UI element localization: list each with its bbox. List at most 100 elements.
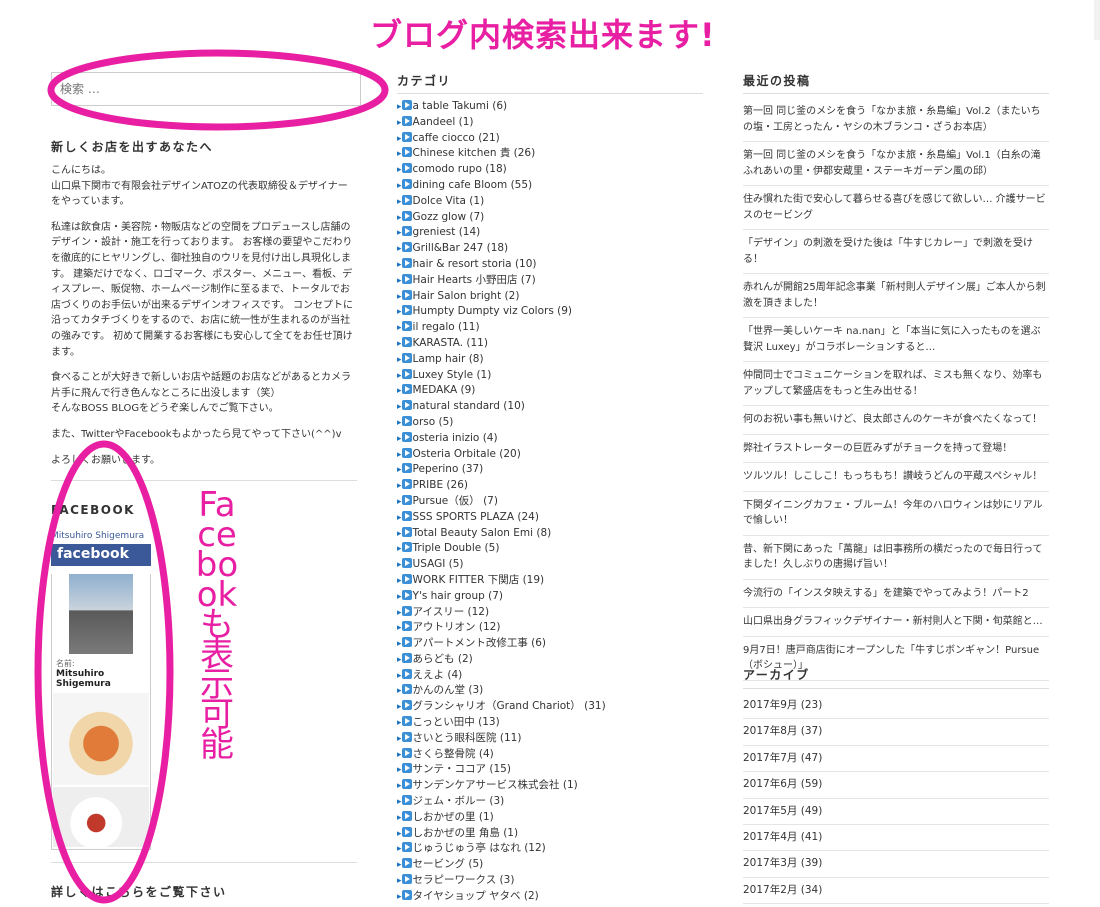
category-item[interactable]: ▸ Triple Double (5)	[397, 541, 703, 557]
category-label[interactable]: KARASTA. (11)	[413, 337, 488, 349]
recent-post-link[interactable]: 山口県出身グラフィックデザイナー・新村則人と下関・旬菜館と…	[743, 608, 1049, 637]
category-label[interactable]: アウトリオン (12)	[413, 621, 501, 633]
category-item[interactable]: ▸ dining cafe Bloom (55)	[397, 178, 703, 194]
category-label[interactable]: orso (5)	[413, 416, 454, 428]
category-item[interactable]: ▸ Gozz glow (7)	[397, 210, 703, 226]
category-label[interactable]: セービング (5)	[413, 858, 484, 870]
category-label[interactable]: さくら整骨院 (4)	[413, 748, 494, 760]
category-label[interactable]: Humpty Dumpty viz Colors (9)	[413, 305, 573, 317]
category-item[interactable]: ▸ Chinese kitchen 貴 (26)	[397, 146, 703, 162]
recent-post-link[interactable]: ツルツル！しこしこ！もっちもち！讃岐うどんの平蔵スペシャル！	[743, 463, 1049, 492]
category-item[interactable]: ▸ じゅうじゅう亭 はなれ (12)	[397, 841, 703, 857]
category-item[interactable]: ▸ Aandeel (1)	[397, 115, 703, 131]
facebook-page-link[interactable]: Mitsuhiro Shigemura	[51, 531, 151, 541]
category-label[interactable]: ええよ (4)	[413, 669, 463, 681]
category-item[interactable]: ▸ アウトリオン (12)	[397, 620, 703, 636]
category-label[interactable]: あらども (2)	[413, 653, 473, 665]
category-item[interactable]: ▸ グランシャリオ（Grand Chariot） (31)	[397, 699, 703, 715]
category-label[interactable]: a table Takumi (6)	[413, 100, 508, 112]
category-label[interactable]: PRIBE (26)	[413, 479, 468, 491]
category-item[interactable]: ▸ MEDAKA (9)	[397, 383, 703, 399]
recent-post-link[interactable]: 第一回 同じ釜のメシを食う「なかま旅・糸島編」Vol.2（またいちの塩・工房とっ…	[743, 98, 1049, 142]
archive-link[interactable]: 2017年6月 (59)	[743, 772, 1049, 799]
category-item[interactable]: ▸ アイスリー (12)	[397, 605, 703, 621]
category-label[interactable]: アイスリー (12)	[413, 606, 490, 618]
recent-post-link[interactable]: 「デザイン」の刺激を受けた後は「牛すじカレー」で刺激を受ける！	[743, 230, 1049, 274]
category-item[interactable]: ▸ Hair Hearts 小野田店 (7)	[397, 273, 703, 289]
category-item[interactable]: ▸ comodo rupo (18)	[397, 162, 703, 178]
category-label[interactable]: グランシャリオ（Grand Chariot） (31)	[413, 700, 606, 712]
category-item[interactable]: ▸ PRIBE (26)	[397, 478, 703, 494]
category-label[interactable]: アパートメント改修工事 (6)	[413, 637, 547, 649]
facebook-logo[interactable]: facebook	[51, 544, 151, 566]
category-item[interactable]: ▸ しおかぜの里 角島 (1)	[397, 826, 703, 842]
facebook-widget[interactable]: Mitsuhiro Shigemura facebook 名前: Mitsuhi…	[51, 531, 151, 850]
archive-link[interactable]: 2017年8月 (37)	[743, 719, 1049, 746]
category-item[interactable]: ▸ セービング (5)	[397, 857, 703, 873]
food-photo[interactable]	[53, 693, 149, 785]
category-item[interactable]: ▸ osteria inizio (4)	[397, 431, 703, 447]
category-item[interactable]: ▸ natural standard (10)	[397, 399, 703, 415]
category-item[interactable]: ▸ さいとう眼科医院 (11)	[397, 731, 703, 747]
category-label[interactable]: しおかぜの里 角島 (1)	[413, 827, 519, 839]
search-input[interactable]	[51, 72, 361, 106]
recent-post-link[interactable]: 何のお祝い事も無いけど、良太郎さんのケーキが食べたくなって！	[743, 406, 1049, 435]
category-item[interactable]: ▸ さくら整骨院 (4)	[397, 747, 703, 763]
category-label[interactable]: il regalo (11)	[413, 321, 480, 333]
category-label[interactable]: SSS SPORTS PLAZA (24)	[413, 511, 539, 523]
category-item[interactable]: ▸ il regalo (11)	[397, 320, 703, 336]
category-label[interactable]: こっとい田中 (13)	[413, 716, 500, 728]
archive-link[interactable]: 2017年2月 (34)	[743, 878, 1049, 905]
category-label[interactable]: WORK FITTER 下関店 (19)	[413, 574, 545, 586]
recent-post-link[interactable]: 今流行の「インスタ映えする」を建築でやってみよう！パート2	[743, 580, 1049, 608]
archive-link[interactable]: 2017年5月 (49)	[743, 799, 1049, 825]
category-label[interactable]: osteria inizio (4)	[413, 432, 498, 444]
category-label[interactable]: Luxey Style (1)	[413, 369, 492, 381]
category-item[interactable]: ▸ SSS SPORTS PLAZA (24)	[397, 510, 703, 526]
category-item[interactable]: ▸ セラピーワークス (3)	[397, 873, 703, 889]
category-item[interactable]: ▸ KARASTA. (11)	[397, 336, 703, 352]
category-item[interactable]: ▸ Hair Salon bright (2)	[397, 289, 703, 305]
archive-link[interactable]: 2017年4月 (41)	[743, 825, 1049, 852]
category-item[interactable]: ▸ Y's hair group (7)	[397, 589, 703, 605]
category-item[interactable]: ▸ Lamp hair (8)	[397, 352, 703, 368]
category-item[interactable]: ▸ Dolce Vita (1)	[397, 194, 703, 210]
category-item[interactable]: ▸ Total Beauty Salon Emi (8)	[397, 526, 703, 542]
category-label[interactable]: hair & resort storia (10)	[413, 258, 537, 270]
category-label[interactable]: Osteria Orbitale (20)	[413, 448, 521, 460]
category-label[interactable]: Total Beauty Salon Emi (8)	[413, 527, 552, 539]
category-item[interactable]: ▸ こっとい田中 (13)	[397, 715, 703, 731]
category-label[interactable]: natural standard (10)	[413, 400, 525, 412]
category-label[interactable]: サンテ・ココア (15)	[413, 763, 511, 775]
category-label[interactable]: セラピーワークス (3)	[413, 874, 515, 886]
category-label[interactable]: Hair Salon bright (2)	[413, 290, 520, 302]
category-item[interactable]: ▸ Luxey Style (1)	[397, 368, 703, 384]
category-item[interactable]: ▸ Osteria Orbitale (20)	[397, 447, 703, 463]
category-label[interactable]: Dolce Vita (1)	[413, 195, 485, 207]
archive-link[interactable]: 2017年7月 (47)	[743, 746, 1049, 773]
category-item[interactable]: ▸ Humpty Dumpty viz Colors (9)	[397, 304, 703, 320]
category-label[interactable]: じゅうじゅう亭 はなれ (12)	[413, 842, 546, 854]
category-label[interactable]: しおかぜの里 (1)	[413, 811, 494, 823]
recent-post-link[interactable]: 昔、新下関にあった「萬龍」は旧事務所の横だったので毎日行ってました！久しぶりの唐…	[743, 536, 1049, 580]
category-item[interactable]: ▸ caffe ciocco (21)	[397, 131, 703, 147]
recent-post-link[interactable]: 下関ダイニングカフェ・ブルーム！今年のハロウィンは妙にリアルで愉しい！	[743, 492, 1049, 536]
category-item[interactable]: ▸ ええよ (4)	[397, 668, 703, 684]
category-label[interactable]: MEDAKA (9)	[413, 384, 476, 396]
category-item[interactable]: ▸ あらども (2)	[397, 652, 703, 668]
recent-post-link[interactable]: 仲間同士でコミュニケーションを取れば、ミスも無くなり、効率もアップして繁盛店をも…	[743, 362, 1049, 406]
category-item[interactable]: ▸ hair & resort storia (10)	[397, 257, 703, 273]
food-photo[interactable]	[53, 787, 149, 847]
recent-post-link[interactable]: 「世界一美しいケーキ na.nan」と「本当に気に入ったものを選ぶ贅沢 Luxe…	[743, 318, 1049, 362]
archive-link[interactable]: 2017年3月 (39)	[743, 851, 1049, 878]
category-label[interactable]: dining cafe Bloom (55)	[413, 179, 533, 191]
category-label[interactable]: サンデンケアサービス株式会社 (1)	[413, 779, 578, 791]
category-label[interactable]: greniest (14)	[413, 226, 481, 238]
category-label[interactable]: Triple Double (5)	[413, 542, 500, 554]
category-label[interactable]: USAGI (5)	[413, 558, 464, 570]
category-item[interactable]: ▸ サンテ・ココア (15)	[397, 762, 703, 778]
recent-post-link[interactable]: 第一回 同じ釜のメシを食う「なかま旅・糸島編」Vol.1（白糸の滝ふれあいの里・…	[743, 142, 1049, 186]
category-label[interactable]: Gozz glow (7)	[413, 211, 485, 223]
category-item[interactable]: ▸ Grill&Bar 247 (18)	[397, 241, 703, 257]
category-label[interactable]: Lamp hair (8)	[413, 353, 484, 365]
